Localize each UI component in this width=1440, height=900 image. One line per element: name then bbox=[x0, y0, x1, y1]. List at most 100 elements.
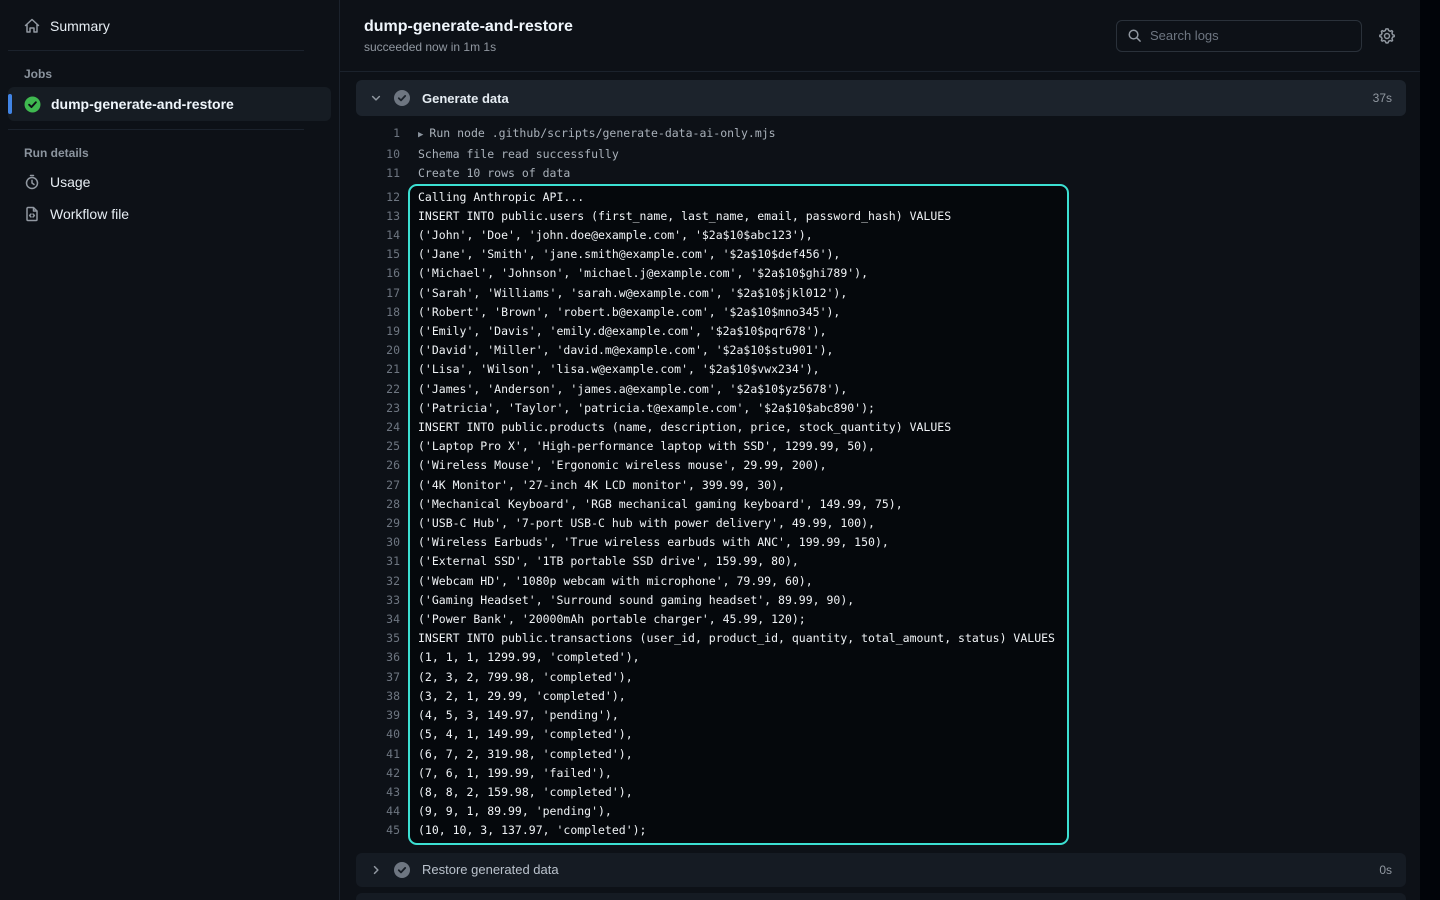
log-line-number[interactable]: 27 bbox=[356, 476, 400, 495]
file-code-icon bbox=[24, 206, 40, 222]
log-line-text: ('Michael', 'Johnson', 'michael.j@exampl… bbox=[418, 264, 1055, 283]
log-line-text: ('Patricia', 'Taylor', 'patricia.t@examp… bbox=[418, 399, 1055, 418]
run-details-section-label: Run details bbox=[8, 138, 331, 166]
log-line-text: ▶Run node .github/scripts/generate-data-… bbox=[418, 124, 776, 145]
check-circle-success-icon bbox=[24, 96, 41, 113]
log-line-text: (1, 1, 1, 1299.99, 'completed'), bbox=[418, 648, 1055, 667]
log-line-text: ('Jane', 'Smith', 'jane.smith@example.co… bbox=[418, 245, 1055, 264]
log-line-number[interactable]: 16 bbox=[356, 264, 400, 283]
log-line-text: ('Robert', 'Brown', 'robert.b@example.co… bbox=[418, 303, 1055, 322]
run-status-text: succeeded now in 1m 1s bbox=[364, 40, 573, 54]
active-job-accent-bar bbox=[8, 94, 12, 114]
step-header-post-setup-nodejs[interactable]: Post Setup Node.js 0s bbox=[356, 893, 1406, 900]
log-line-text: (5, 4, 1, 149.99, 'completed'), bbox=[418, 725, 1055, 744]
sidebar-item-label: Usage bbox=[50, 174, 90, 190]
log-line-number[interactable]: 1 bbox=[356, 124, 400, 145]
step-header-restore-generated-data[interactable]: Restore generated data 0s bbox=[356, 853, 1406, 887]
divider bbox=[8, 50, 304, 51]
log-line-number[interactable]: 11 bbox=[356, 164, 400, 183]
log-line-text: (4, 5, 3, 149.97, 'pending'), bbox=[418, 706, 1055, 725]
log-line-number[interactable]: 34 bbox=[356, 610, 400, 629]
search-logs-input[interactable] bbox=[1150, 28, 1351, 43]
search-logs-box[interactable] bbox=[1116, 20, 1362, 52]
log-line-number[interactable]: 19 bbox=[356, 322, 400, 341]
log-line-number[interactable]: 13 bbox=[356, 207, 400, 226]
log-line-number[interactable]: 44 bbox=[356, 802, 400, 821]
log-line-text: ('David', 'Miller', 'david.m@example.com… bbox=[418, 341, 1055, 360]
log-line-text: ('Laptop Pro X', 'High-performance lapto… bbox=[418, 437, 1055, 456]
log-line-number[interactable]: 17 bbox=[356, 284, 400, 303]
log-line-number[interactable]: 35 bbox=[356, 629, 400, 648]
log-settings-button[interactable] bbox=[1376, 25, 1398, 47]
log-line: 11Create 10 rows of data bbox=[356, 164, 1406, 183]
sidebar-item-workflow-file[interactable]: Workflow file bbox=[8, 198, 331, 230]
log-line-number[interactable]: 22 bbox=[356, 380, 400, 399]
log-line-number[interactable]: 41 bbox=[356, 745, 400, 764]
sidebar: Summary Jobs dump-generate-and-restore R… bbox=[0, 0, 340, 900]
sidebar-item-job-dump-generate-and-restore[interactable]: dump-generate-and-restore bbox=[8, 87, 331, 121]
chevron-right-icon bbox=[370, 864, 382, 876]
log-line-text: ('USB-C Hub', '7-port USB-C hub with pow… bbox=[418, 514, 1055, 533]
sidebar-item-usage[interactable]: Usage bbox=[8, 166, 331, 198]
log-line-number[interactable]: 37 bbox=[356, 668, 400, 687]
log-line-number[interactable]: 14 bbox=[356, 226, 400, 245]
log-line-number[interactable]: 20 bbox=[356, 341, 400, 360]
log-line-number[interactable]: 33 bbox=[356, 591, 400, 610]
log-line-number[interactable]: 32 bbox=[356, 572, 400, 591]
sidebar-item-label: Workflow file bbox=[50, 206, 129, 222]
log-line-text: ('Wireless Mouse', 'Ergonomic wireless m… bbox=[418, 456, 1055, 475]
log-line-number[interactable]: 25 bbox=[356, 437, 400, 456]
search-icon bbox=[1127, 28, 1142, 43]
log-line-number[interactable]: 10 bbox=[356, 145, 400, 164]
log-line-number[interactable]: 24 bbox=[356, 418, 400, 437]
sidebar-item-summary[interactable]: Summary bbox=[8, 10, 331, 42]
step-duration: 37s bbox=[1373, 91, 1392, 105]
log-line-number[interactable]: 29 bbox=[356, 514, 400, 533]
log-line-text: ('Wireless Earbuds', 'True wireless earb… bbox=[418, 533, 1055, 552]
log-line-text: (2, 3, 2, 799.98, 'completed'), bbox=[418, 668, 1055, 687]
log-line-text: Schema file read successfully bbox=[418, 145, 619, 164]
log-line-number[interactable]: 26 bbox=[356, 456, 400, 475]
log-line-text: INSERT INTO public.transactions (user_id… bbox=[418, 629, 1055, 648]
log-line-number[interactable]: 30 bbox=[356, 533, 400, 552]
run-header: dump-generate-and-restore succeeded now … bbox=[340, 0, 1420, 72]
log-line-text: ('Lisa', 'Wilson', 'lisa.w@example.com',… bbox=[418, 360, 1055, 379]
log-line-number[interactable]: 45 bbox=[356, 821, 400, 840]
log-line-text: ('Webcam HD', '1080p webcam with microph… bbox=[418, 572, 1055, 591]
step-check-icon bbox=[394, 862, 410, 878]
log-line-number[interactable]: 28 bbox=[356, 495, 400, 514]
log-line-text: (3, 2, 1, 29.99, 'completed'), bbox=[418, 687, 1055, 706]
log-highlight-gutter: 1213141516171819202122232425262728293031… bbox=[356, 184, 400, 845]
step-duration: 0s bbox=[1379, 863, 1392, 877]
log-line-text: ('4K Monitor', '27-inch 4K LCD monitor',… bbox=[418, 476, 1055, 495]
log-line-text: ('James', 'Anderson', 'james.a@example.c… bbox=[418, 380, 1055, 399]
log-line-number[interactable]: 21 bbox=[356, 360, 400, 379]
log-line-text: ('Mechanical Keyboard', 'RGB mechanical … bbox=[418, 495, 1055, 514]
log-line-text: INSERT INTO public.users (first_name, la… bbox=[418, 207, 1055, 226]
log-line-number[interactable]: 18 bbox=[356, 303, 400, 322]
stopwatch-icon bbox=[24, 174, 40, 190]
log-line-text: (8, 8, 2, 159.98, 'completed'), bbox=[418, 783, 1055, 802]
log-line-number[interactable]: 36 bbox=[356, 648, 400, 667]
main-panel: dump-generate-and-restore succeeded now … bbox=[340, 0, 1420, 900]
log-line-text: ('Power Bank', '20000mAh portable charge… bbox=[418, 610, 1055, 629]
log-line-number[interactable]: 43 bbox=[356, 783, 400, 802]
log-line-number[interactable]: 15 bbox=[356, 245, 400, 264]
sidebar-item-label: Summary bbox=[50, 18, 110, 34]
step-header-generate-data[interactable]: Generate data 37s bbox=[356, 80, 1406, 116]
log-line-number[interactable]: 40 bbox=[356, 725, 400, 744]
log-line: 1 ▶Run node .github/scripts/generate-data… bbox=[356, 124, 1406, 145]
log-line-number[interactable]: 38 bbox=[356, 687, 400, 706]
log-line-number[interactable]: 31 bbox=[356, 552, 400, 571]
group-expand-icon[interactable]: ▶ bbox=[418, 130, 423, 140]
log-line-text: (7, 6, 1, 199.99, 'failed'), bbox=[418, 764, 1055, 783]
log-line-text: Calling Anthropic API... bbox=[418, 188, 1055, 207]
log-line-number[interactable]: 39 bbox=[356, 706, 400, 725]
log-line-number[interactable]: 12 bbox=[356, 188, 400, 207]
log-line: 10 Schema file read successfully bbox=[356, 145, 1406, 164]
chevron-down-icon bbox=[370, 92, 382, 104]
job-name-label: dump-generate-and-restore bbox=[51, 96, 234, 112]
log-lines: 1 ▶Run node .github/scripts/generate-data… bbox=[356, 116, 1406, 847]
log-line-number[interactable]: 23 bbox=[356, 399, 400, 418]
log-line-number[interactable]: 42 bbox=[356, 764, 400, 783]
